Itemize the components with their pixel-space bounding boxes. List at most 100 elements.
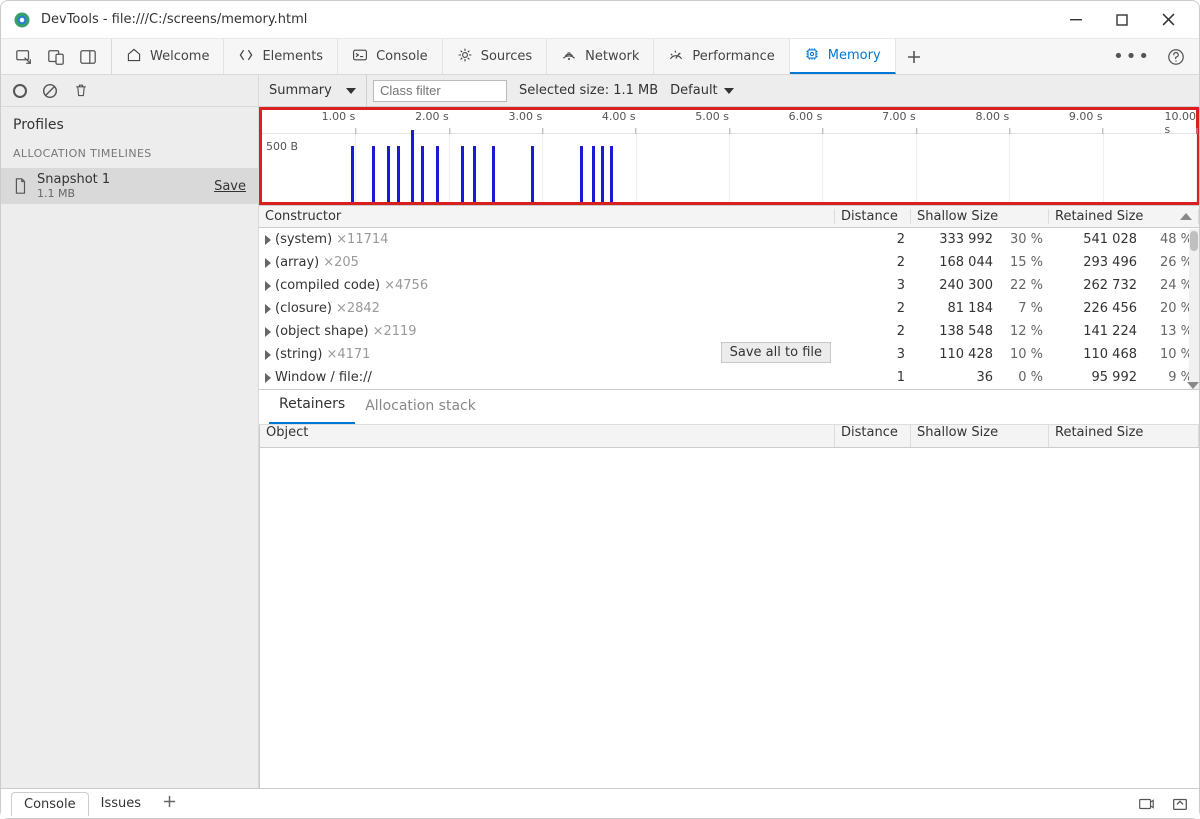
tab-elements[interactable]: Elements — [224, 39, 338, 74]
tab-performance[interactable]: Performance — [654, 39, 789, 74]
instance-count: ×4171 — [326, 347, 370, 362]
instance-count: ×2119 — [373, 324, 417, 339]
timeline-tick: 7.00 s — [882, 110, 916, 123]
allocation-bar[interactable] — [580, 146, 583, 202]
allocation-timeline[interactable]: 1.00 s2.00 s3.00 s4.00 s5.00 s6.00 s7.00… — [259, 107, 1199, 205]
retainers-tab-allocation-stack[interactable]: Allocation stack — [355, 390, 486, 424]
allocation-bar[interactable] — [397, 146, 400, 202]
allocation-bar[interactable] — [592, 146, 595, 202]
tab-network[interactable]: Network — [547, 39, 654, 74]
allocation-bar[interactable] — [372, 146, 375, 202]
table-row[interactable]: Window / file://1360 %95 9929 % — [259, 366, 1199, 389]
close-button[interactable] — [1145, 5, 1191, 35]
cell-shallow-pct: 15 % — [999, 255, 1049, 270]
table-row[interactable]: (array) ×2052168 04415 %293 49626 % — [259, 251, 1199, 274]
tab-welcome[interactable]: Welcome — [112, 39, 224, 74]
minimize-button[interactable] — [1053, 5, 1099, 35]
cell-retained: 95 992 — [1049, 370, 1143, 385]
table-row[interactable]: (object shape) ×21192138 54812 %141 2241… — [259, 320, 1199, 343]
col-shallow-2[interactable]: Shallow Size — [911, 425, 1049, 447]
allocation-bar[interactable] — [492, 146, 495, 202]
console-drawer-tab[interactable]: Console — [11, 792, 89, 816]
window-title: DevTools - file:///C:/screens/memory.htm… — [41, 12, 307, 27]
allocation-bar[interactable] — [436, 146, 439, 202]
inspect-element-icon[interactable] — [15, 48, 33, 66]
tab-console[interactable]: Console — [338, 39, 443, 74]
snapshot-row[interactable]: Snapshot 1 1.1 MB Save — [1, 168, 258, 204]
timeline-tick: 10.00 s — [1165, 110, 1197, 136]
retainers-tab-retainers[interactable]: Retainers — [269, 388, 355, 424]
constructor-name: (string) — [275, 347, 322, 362]
table-scrollbar[interactable] — [1189, 229, 1199, 389]
table-row[interactable]: (closure) ×2842281 1847 %226 45620 % — [259, 297, 1199, 320]
expand-drawer-icon[interactable] — [1171, 795, 1189, 813]
col-distance[interactable]: Distance — [835, 209, 911, 224]
tab-sources[interactable]: Sources — [443, 39, 547, 74]
expand-icon[interactable] — [265, 327, 271, 337]
more-tools-icon[interactable]: ••• — [1113, 46, 1151, 67]
expand-icon[interactable] — [265, 350, 271, 360]
table-row[interactable]: (system) ×117142333 99230 %541 02848 % — [259, 228, 1199, 251]
expand-icon[interactable] — [265, 235, 271, 245]
maximize-button[interactable] — [1099, 5, 1145, 35]
allocation-bar[interactable] — [531, 146, 534, 202]
elements-icon — [238, 47, 254, 67]
col-shallow[interactable]: Shallow Size — [911, 209, 1049, 224]
console-icon — [352, 47, 368, 67]
network-icon — [561, 47, 577, 67]
constructor-name: (object shape) — [275, 324, 369, 339]
cell-shallow-pct: 30 % — [999, 232, 1049, 247]
whats-new-icon[interactable] — [1137, 795, 1155, 813]
cell-shallow-pct: 22 % — [999, 278, 1049, 293]
dock-side-icon[interactable] — [79, 48, 97, 66]
allocation-bar[interactable] — [351, 146, 354, 202]
cell-distance: 2 — [835, 232, 911, 247]
record-button[interactable] — [13, 84, 27, 98]
col-constructor[interactable]: Constructor — [259, 209, 835, 224]
snapshot-save-link[interactable]: Save — [214, 179, 246, 194]
allocation-bar[interactable] — [601, 146, 604, 202]
expand-icon[interactable] — [265, 373, 271, 383]
allocation-bar[interactable] — [421, 146, 424, 202]
cell-distance: 2 — [835, 324, 911, 339]
issues-drawer-tab[interactable]: Issues — [89, 792, 153, 815]
timeline-tick: 3.00 s — [508, 110, 542, 123]
allocation-bar[interactable] — [387, 146, 390, 202]
tab-memory[interactable]: Memory — [790, 39, 896, 74]
cell-shallow: 240 300 — [911, 278, 999, 293]
constructor-name: (system) — [275, 232, 332, 247]
device-toolbar-icon[interactable] — [47, 48, 65, 66]
constructor-name: Window / file:// — [275, 370, 372, 385]
add-tab-button[interactable] — [896, 50, 932, 64]
default-dropdown[interactable]: Default — [670, 83, 734, 98]
col-distance-2[interactable]: Distance — [835, 425, 911, 447]
trash-icon[interactable] — [73, 82, 91, 100]
main-tabs-bar: Welcome Elements Console SourcesNetworkPerf… — [1, 39, 1199, 75]
timeline-tick: 2.00 s — [415, 110, 449, 123]
allocation-bar[interactable] — [473, 146, 476, 202]
allocation-bar[interactable] — [461, 146, 464, 202]
add-drawer-tab-button[interactable] — [153, 795, 186, 812]
cell-retained: 541 028 — [1049, 232, 1143, 247]
cell-shallow: 333 992 — [911, 232, 999, 247]
table-row[interactable]: (compiled code) ×47563240 30022 %262 732… — [259, 274, 1199, 297]
allocation-bar[interactable] — [411, 130, 414, 202]
help-icon[interactable] — [1167, 48, 1185, 66]
expand-icon[interactable] — [265, 258, 271, 268]
summary-dropdown[interactable]: Summary — [259, 75, 367, 106]
col-retained[interactable]: Retained Size — [1049, 209, 1199, 224]
expand-down-icon[interactable] — [1187, 382, 1199, 389]
cell-shallow-pct: 0 % — [999, 370, 1049, 385]
edge-devtools-icon — [13, 11, 31, 29]
cell-distance: 1 — [835, 370, 911, 385]
tab-label: Elements — [262, 49, 323, 64]
clear-button[interactable] — [41, 82, 59, 100]
expand-icon[interactable] — [265, 304, 271, 314]
tab-label: Console — [376, 49, 428, 64]
expand-icon[interactable] — [265, 281, 271, 291]
profiles-sidebar: Profiles ALLOCATION TIMELINES Snapshot 1… — [1, 75, 259, 788]
col-retained-2[interactable]: Retained Size — [1049, 425, 1199, 447]
class-filter-input[interactable] — [373, 80, 507, 102]
allocation-bar[interactable] — [610, 146, 613, 202]
col-object[interactable]: Object — [260, 425, 835, 447]
